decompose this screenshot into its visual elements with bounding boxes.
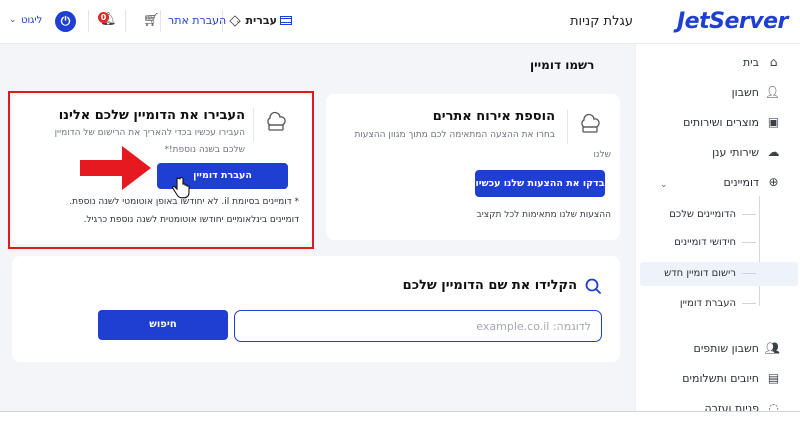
hosting-subtitle: בחרו את ההצעה המתאימה לכם מתוך מגוון ההצ… — [354, 130, 555, 140]
chevron-down-icon[interactable]: ⌄ — [660, 180, 668, 190]
sidebar-subitem-renewals[interactable]: חידושי דומיינים — [674, 237, 756, 248]
domain-search-card — [12, 256, 620, 362]
partners-icon: 👥︎ — [764, 340, 780, 355]
sidebar-item-label: שירותי ענן — [712, 145, 759, 159]
cube-icon — [229, 14, 241, 27]
subitem-label: רישום דומיין חדש — [664, 268, 736, 279]
cart-icon[interactable]: 🛒︎ — [143, 13, 160, 28]
billing-icon: ▤ — [767, 370, 780, 385]
sidebar-item-partners[interactable]: 👥︎ חשבון שותפים — [694, 338, 780, 358]
logout-label[interactable]: ליגוט — [21, 15, 42, 26]
sidebar-item-label: דומיינים — [723, 175, 759, 189]
products-icon: ▣ — [767, 114, 780, 129]
check-offers-button[interactable]: בדקו את ההצעות שלנו עכשיו — [475, 170, 605, 197]
hand-cursor-icon — [172, 177, 190, 199]
globe-icon: ⊕ — [768, 174, 779, 189]
language-selector[interactable]: ⌄ עברית — [235, 14, 292, 27]
flag-icon — [279, 16, 292, 25]
sidebar-subitem-my-domains[interactable]: הדומיינים שלכם — [669, 209, 756, 220]
app-window: JetServer עגלת קניות ⌄ עברית העברת אתר 🛒… — [0, 0, 800, 412]
subitem-label: העברת דומיין — [679, 298, 736, 309]
sidebar-item-label: מוצרים ושירותים — [683, 115, 759, 129]
divider — [160, 10, 161, 32]
notification-badge: 0 — [98, 12, 109, 23]
support-icon: ◌ — [768, 400, 779, 412]
sidebar-item-label: חיובים ותשלומים — [682, 371, 759, 385]
main-content: רשמו דומיין הוספת אירוח אתרים בחרו את הה… — [0, 44, 635, 411]
page-title: עגלת קניות — [570, 14, 633, 29]
sidebar-item-support[interactable]: ◌ פניות ועזרה — [704, 398, 780, 412]
server-cloud-icon — [581, 113, 600, 133]
sidebar-item-label: פניות ועזרה — [704, 401, 759, 412]
transfer-site-label: העברת אתר — [168, 14, 227, 27]
divider — [88, 10, 89, 32]
search-button[interactable]: חיפוש — [98, 310, 228, 340]
transfer-site-link[interactable]: העברת אתר — [168, 14, 241, 27]
top-bar: JetServer עגלת קניות ⌄ עברית העברת אתר 🛒… — [0, 0, 800, 44]
hosting-subtitle-cont: שלנו — [593, 150, 611, 160]
sidebar: ⌂ בית 👤︎ חשבון ▣ מוצרים ושירותים ☁︎ שירו… — [635, 44, 800, 412]
section-title: רשמו דומיין — [530, 58, 595, 72]
subitem-label: חידושי דומיינים — [674, 237, 736, 248]
sidebar-item-home[interactable]: ⌂ בית — [743, 52, 780, 72]
language-label: עברית — [245, 14, 277, 27]
hosting-title: הוספת אירוח אתרים — [432, 109, 555, 124]
sidebar-item-cloud[interactable]: ☁︎ שירותי ענן — [712, 142, 780, 162]
sidebar-item-label: חשבון — [731, 85, 759, 99]
chevron-down-icon[interactable]: ⌄ — [9, 15, 17, 25]
sidebar-item-domains[interactable]: ⊕ דומיינים — [723, 172, 780, 192]
power-icon[interactable]: ⏻ — [55, 11, 76, 32]
highlight-box — [8, 91, 314, 249]
home-icon: ⌂ — [769, 54, 778, 69]
hosting-note: ההצעות שלנו מתאימות לכל תקציב — [476, 210, 611, 220]
cloud-icon: ☁︎ — [767, 144, 780, 159]
search-icon — [585, 278, 601, 294]
logo[interactable]: JetServer — [677, 9, 788, 34]
domain-search-input[interactable] — [234, 310, 602, 342]
sidebar-subitem-transfer-domain[interactable]: העברת דומיין — [680, 298, 756, 309]
sidebar-item-label: חשבון שותפים — [693, 341, 759, 355]
subitem-label: הדומיינים שלכם — [669, 209, 736, 220]
sidebar-item-label: בית — [742, 55, 759, 69]
user-icon: 👤︎ — [764, 84, 780, 99]
divider — [567, 110, 568, 144]
sidebar-item-account[interactable]: 👤︎ חשבון — [732, 82, 780, 102]
sidebar-subitem-register-domain[interactable]: רישום דומיין חדש — [664, 268, 756, 279]
search-title: הקלידו את שם הדומיין שלכם — [402, 278, 577, 293]
sidebar-item-products[interactable]: ▣ מוצרים ושירותים — [683, 112, 780, 132]
sidebar-item-billing[interactable]: ▤ חיובים ותשלומים — [682, 368, 780, 388]
submenu-line — [759, 196, 760, 306]
divider — [125, 10, 126, 32]
